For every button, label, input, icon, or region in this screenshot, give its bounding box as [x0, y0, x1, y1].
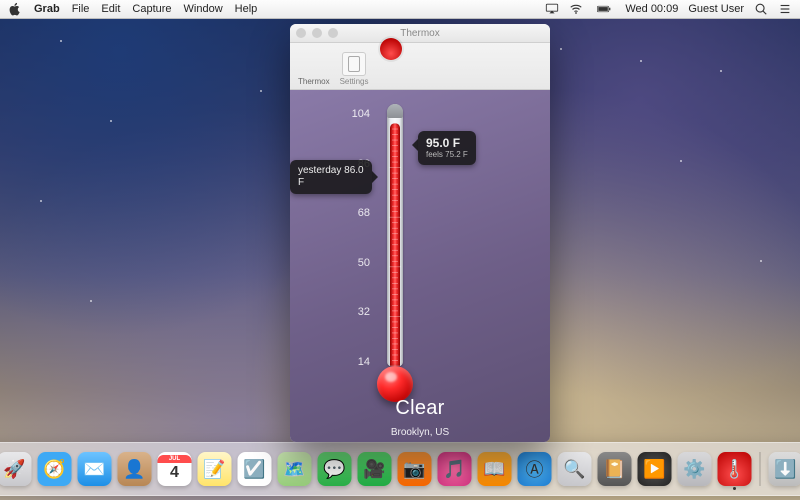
tab-settings[interactable]: Settings — [340, 52, 369, 86]
settings-icon — [342, 52, 366, 76]
menubar: Grab File Edit Capture Window Help Wed 0… — [0, 0, 800, 19]
dock-notes[interactable]: 📝 — [198, 452, 232, 486]
weather-content: 104 86 68 50 32 14 yesterday 86.0 F 95.0… — [290, 90, 550, 442]
apple-menu-icon[interactable] — [8, 2, 22, 16]
window-close-button[interactable] — [296, 28, 306, 38]
thermometer-icon — [380, 38, 402, 60]
feels-like-value: feels 75.2 F — [426, 150, 468, 160]
app-window-thermox: Thermox Thermox Settings 104 86 68 50 32… — [290, 24, 550, 442]
notification-center-icon[interactable] — [778, 2, 792, 16]
dock-calendar[interactable]: JUL4 — [158, 452, 192, 486]
yesterday-temp-bubble: yesterday 86.0 F — [290, 160, 372, 194]
dock-photobooth[interactable]: 📷 — [398, 452, 432, 486]
yesterday-temp-label: yesterday 86.0 F — [298, 165, 364, 188]
window-minimize-button[interactable] — [312, 28, 322, 38]
dock-thermox[interactable]: 🌡️ — [718, 452, 752, 486]
current-temp-value: 95.0 F — [426, 136, 468, 150]
scale-label: 14 — [344, 356, 370, 368]
scale-label: 50 — [344, 257, 370, 269]
dock-itunes[interactable]: 🎵 — [438, 452, 472, 486]
dock-separator — [760, 452, 761, 486]
dock-appstore[interactable]: Ⓐ — [518, 452, 552, 486]
thermometer-cap — [387, 104, 403, 118]
dock-dictionary[interactable]: 📔 — [598, 452, 632, 486]
tab-thermox[interactable]: Thermox — [298, 77, 330, 86]
dock-messages[interactable]: 💬 — [318, 452, 352, 486]
dock-quicktime[interactable]: ▶️ — [638, 452, 672, 486]
menu-window[interactable]: Window — [184, 3, 223, 15]
dock-launchpad[interactable]: 🚀 — [0, 452, 32, 486]
dock-mail[interactable]: ✉️ — [78, 452, 112, 486]
dock-downloads[interactable]: ⬇️ — [769, 452, 800, 486]
window-titlebar[interactable]: Thermox — [290, 24, 550, 43]
thermometer — [380, 104, 410, 402]
thermometer-mercury — [390, 123, 400, 366]
dock-maps[interactable]: 🗺️ — [278, 452, 312, 486]
scale-label: 104 — [344, 108, 370, 120]
menubar-app-name[interactable]: Grab — [34, 3, 60, 15]
dock-reminders[interactable]: ☑️ — [238, 452, 272, 486]
dock-facetime[interactable]: 🎥 — [358, 452, 392, 486]
battery-icon[interactable] — [593, 2, 615, 16]
weather-location: Brooklyn, US — [290, 427, 550, 438]
menu-capture[interactable]: Capture — [132, 3, 171, 15]
tab-settings-label: Settings — [340, 77, 369, 86]
scale-label: 68 — [344, 207, 370, 219]
menu-edit[interactable]: Edit — [101, 3, 120, 15]
wifi-icon[interactable] — [569, 2, 583, 16]
menu-help[interactable]: Help — [235, 3, 258, 15]
dock-safari[interactable]: 🧭 — [38, 452, 72, 486]
thermometer-scale: 104 86 68 50 32 14 — [344, 108, 370, 368]
dock-preview[interactable]: 🔍 — [558, 452, 592, 486]
tab-thermox-label: Thermox — [298, 77, 330, 86]
dock: 🙂🚀🧭✉️👤JUL4📝☑️🗺️💬🎥📷🎵📖Ⓐ🔍📔▶️⚙️🌡️⬇️🗑️ — [0, 442, 800, 496]
menubar-user[interactable]: Guest User — [688, 3, 744, 15]
weather-condition: Clear — [290, 397, 550, 420]
scale-label: 32 — [344, 306, 370, 318]
dock-ibooks[interactable]: 📖 — [478, 452, 512, 486]
current-temp-bubble: 95.0 F feels 75.2 F — [418, 131, 476, 165]
window-toolbar: Thermox Settings — [290, 43, 550, 90]
airplay-icon[interactable] — [545, 2, 559, 16]
dock-systemprefs[interactable]: ⚙️ — [678, 452, 712, 486]
menubar-clock[interactable]: Wed 00:09 — [625, 3, 678, 15]
menu-file[interactable]: File — [72, 3, 90, 15]
window-zoom-button[interactable] — [328, 28, 338, 38]
dock-contacts[interactable]: 👤 — [118, 452, 152, 486]
spotlight-icon[interactable] — [754, 2, 768, 16]
